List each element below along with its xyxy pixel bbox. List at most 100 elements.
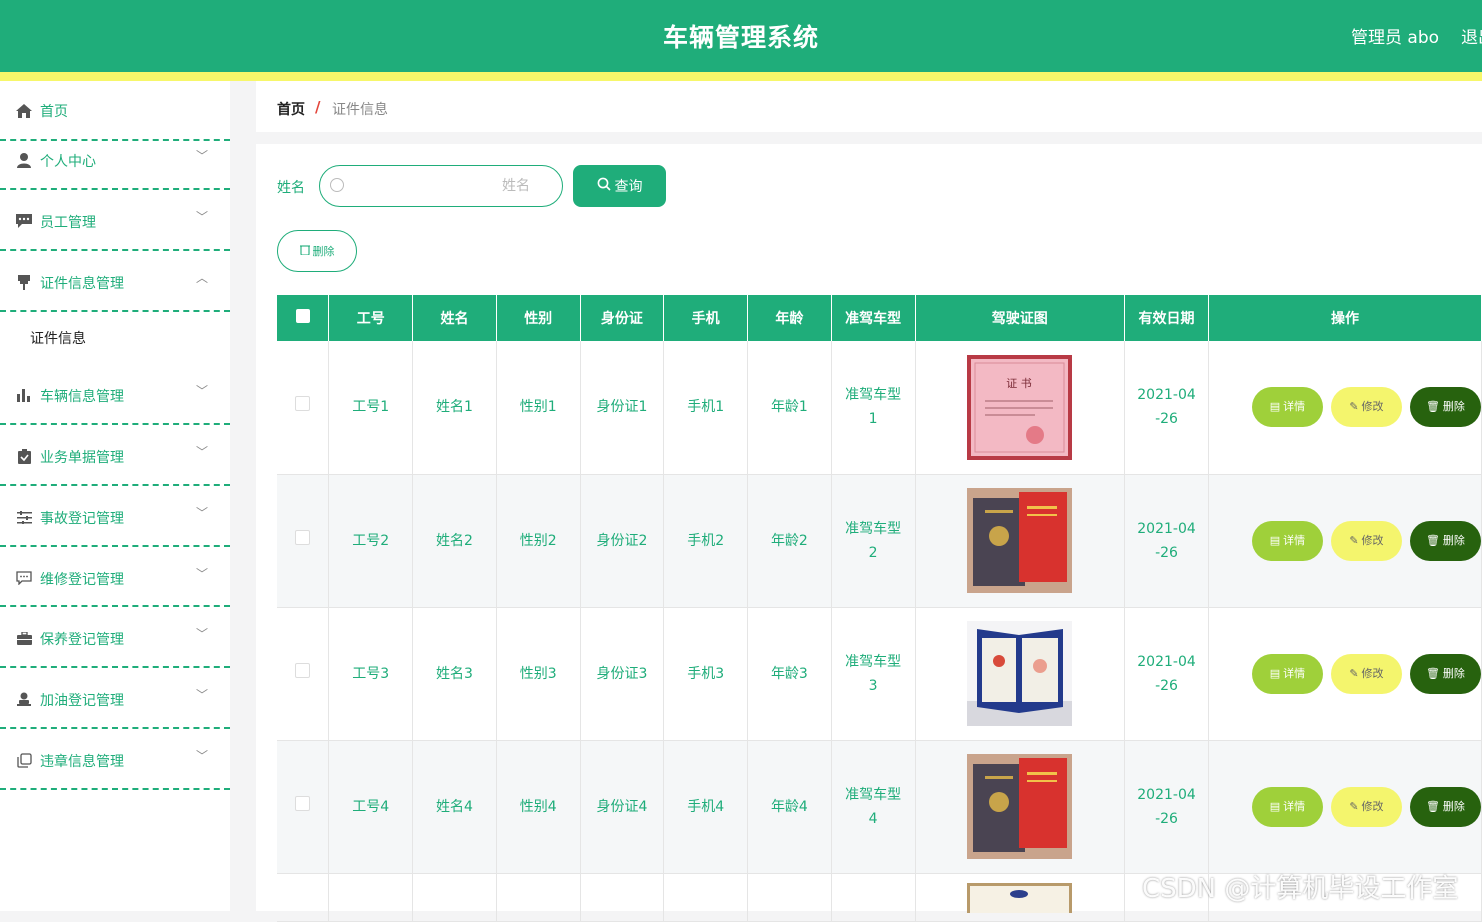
delete-button[interactable]: 🗑 删除 <box>1409 653 1481 694</box>
edit-button[interactable]: ✎ 修改 <box>1330 786 1402 827</box>
column-header: 工号 <box>328 295 414 341</box>
row-checkbox[interactable] <box>295 662 311 678</box>
edit-button[interactable]: ✎ 修改 <box>1330 387 1402 428</box>
sidebar-subitem-certificate-info[interactable]: 证件信息 <box>30 328 86 348</box>
current-user: 管理员 abo <box>1351 28 1440 48</box>
license-image[interactable] <box>967 488 1073 593</box>
detail-button[interactable]: ▤ 详情 <box>1251 653 1323 694</box>
row-checkbox[interactable] <box>295 529 311 545</box>
column-header: 操作 <box>1208 295 1482 341</box>
briefcase-icon <box>16 630 32 646</box>
valid-date-day: -26 <box>1155 677 1178 694</box>
row-checkbox[interactable] <box>295 795 311 811</box>
column-header: 性别 <box>496 295 581 341</box>
edit-button[interactable]: ✎ 修改 <box>1330 520 1402 561</box>
cell-gender: 性别1 <box>496 341 581 475</box>
chevron-down-icon: ﹀ <box>196 749 209 763</box>
valid-date-day: -26 <box>1155 411 1178 428</box>
svg-text:证 书: 证 书 <box>1007 377 1033 390</box>
cell-gender: 性别4 <box>496 740 581 874</box>
sidebar-item-staff[interactable]: 员工管理 ﹀ <box>0 190 230 251</box>
sidebar-item-label: 违章信息管理 <box>40 754 124 770</box>
sidebar-item-violation[interactable]: 违章信息管理 ﹀ <box>0 729 230 790</box>
cell-phone: 手机3 <box>663 607 749 741</box>
row-checkbox[interactable] <box>295 396 311 412</box>
message-icon <box>16 570 32 586</box>
chevron-down-icon: ﹀ <box>196 627 209 641</box>
cell-valid-date: 2021-04 -26 <box>1124 607 1209 741</box>
delete-button[interactable]: 🗑 删除 <box>1409 387 1481 428</box>
edit-button[interactable]: ✎ 修改 <box>1330 653 1402 694</box>
query-button[interactable]: 查询 <box>573 165 666 207</box>
breadcrumb: 首页 / 证件信息 <box>256 81 1482 132</box>
detail-label: 详情 <box>1283 666 1306 680</box>
cell-valid-date: 2021-04 -26 <box>1124 474 1209 608</box>
sidebar-item-accident[interactable]: 事故登记管理 ﹀ <box>0 486 230 547</box>
cell-age: 年龄2 <box>747 474 832 608</box>
table-row: 工号1 姓名1 性别1 身份证1 手机1 年龄1 准驾车型1 证 书 2021 <box>277 341 1482 475</box>
edit-label: 修改 <box>1361 400 1384 414</box>
license-type-number: 4 <box>868 810 878 827</box>
chevron-down-icon: ﹀ <box>196 384 209 398</box>
sidebar-item-label: 维修登记管理 <box>40 572 124 588</box>
search-input[interactable] <box>350 174 530 198</box>
valid-date-year: 2021-04 <box>1137 387 1196 404</box>
detail-button[interactable]: ▤ 详情 <box>1251 387 1323 428</box>
sidebar-item-personal[interactable]: 个人中心 ﹀ <box>0 129 230 190</box>
trash-icon: 🗑 <box>1425 799 1440 813</box>
select-all-checkbox[interactable] <box>295 309 310 323</box>
detail-button[interactable]: ▤ 详情 <box>1251 786 1323 827</box>
cell-license-type: 准驾车型 2 <box>831 474 916 608</box>
logout-link[interactable]: 退出 <box>1461 23 1482 48</box>
license-image[interactable] <box>967 754 1073 859</box>
query-button-label: 查询 <box>614 179 643 195</box>
cell-license-image <box>915 740 1126 874</box>
sidebar-item-documents[interactable]: 业务单据管理 ﹀ <box>0 425 230 486</box>
license-image[interactable] <box>967 621 1073 726</box>
sidebar-item-fuel[interactable]: 加油登记管理 ﹀ <box>0 668 230 729</box>
search-label: 姓名 <box>277 180 305 196</box>
cell-valid-date: 2021-04 -26 <box>1124 740 1209 874</box>
license-image[interactable]: 证 书 <box>967 354 1073 460</box>
breadcrumb-home[interactable]: 首页 <box>277 99 305 119</box>
column-header: 驾驶证图 <box>915 295 1126 341</box>
cell-license-type: 准驾车型 1 <box>831 341 916 475</box>
pencil-icon: ✎ <box>1349 666 1359 680</box>
cell-gonghao: 工号1 <box>328 341 414 475</box>
sidebar-item-repair[interactable]: 维修登记管理 ﹀ <box>0 547 230 607</box>
sidebar-item-label: 车辆信息管理 <box>40 389 124 405</box>
cell-gonghao: 工号3 <box>328 607 414 741</box>
select-all-cell[interactable] <box>277 295 330 341</box>
cell-actions: ▤ 详情 ✎ 修改 🗑 删除 <box>1208 740 1482 874</box>
cell-gonghao: 工号2 <box>328 474 414 608</box>
cell-age: 年龄3 <box>747 607 832 741</box>
column-header: 年龄 <box>747 295 832 341</box>
chevron-up-icon: ︿ <box>196 271 209 285</box>
edit-label: 修改 <box>1361 799 1384 813</box>
license-image[interactable] <box>967 882 1073 913</box>
detail-label: 详情 <box>1283 400 1306 414</box>
batch-delete-button[interactable]: 删除 <box>277 230 357 272</box>
valid-date-year: 2021-04 <box>1137 653 1196 670</box>
chevron-down-icon: ﹀ <box>196 445 209 459</box>
trash-icon: 🗑 <box>1425 666 1440 680</box>
cell-actions: ▤ 详情 ✎ 修改 🗑 删除 <box>1208 607 1482 741</box>
search-box[interactable] <box>319 165 563 207</box>
detail-label: 详情 <box>1283 533 1306 547</box>
sidebar-item-certificate[interactable]: 证件信息管理 ︿ <box>0 251 230 312</box>
sidebar-item-vehicle[interactable]: 车辆信息管理 ﹀ <box>0 364 230 425</box>
delete-button[interactable]: 🗑 删除 <box>1409 786 1481 827</box>
cell-license-image <box>915 474 1126 608</box>
document-icon: ▤ <box>1269 400 1281 414</box>
detail-button[interactable]: ▤ 详情 <box>1251 520 1323 561</box>
home-icon <box>16 103 32 119</box>
license-type-text: 准驾车型 <box>845 786 902 803</box>
sidebar-item-maintenance[interactable]: 保养登记管理 ﹀ <box>0 607 230 668</box>
cell-actions: ▤ 详情 ✎ 修改 🗑 删除 <box>1208 474 1482 608</box>
cell-gender: 性别2 <box>496 474 581 608</box>
cell-idcard: 身份证3 <box>580 607 665 741</box>
pencil-icon: ✎ <box>1349 533 1359 547</box>
cell-phone: 手机4 <box>663 740 749 874</box>
sidebar-item-label: 证件信息管理 <box>40 276 124 292</box>
delete-button[interactable]: 🗑 删除 <box>1409 520 1481 561</box>
